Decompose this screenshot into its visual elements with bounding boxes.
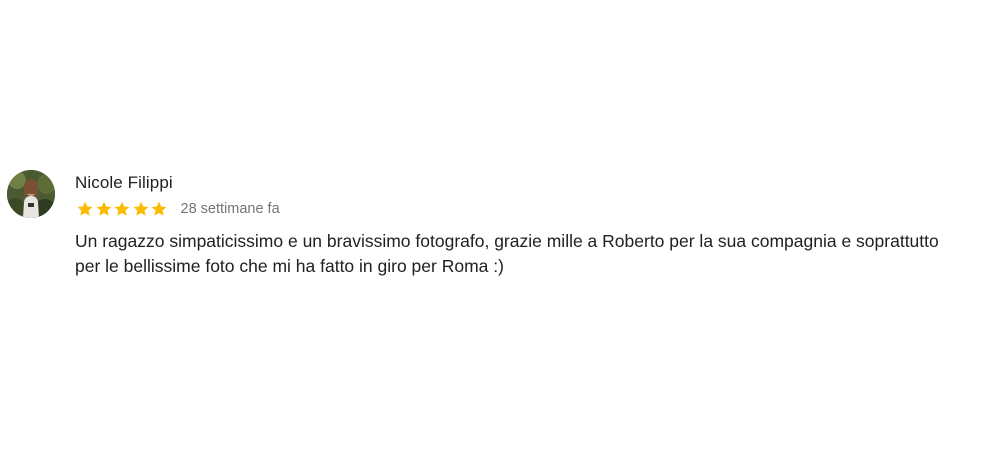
review-text: Un ragazzo simpaticissimo e un bravissim… [75,229,1000,279]
avatar-photo-icon [7,170,55,218]
star-icon [114,201,130,216]
star-rating [76,200,169,218]
review-card: Nicole Filippi 28 settimane fa Un ragazz… [0,0,1000,450]
star-icon [77,201,93,216]
review-text-line: Un ragazzo simpaticissimo e un bravissim… [75,231,939,251]
review-date: 28 settimane fa [180,201,280,217]
star-icon [133,201,148,216]
rating-row: 28 settimane fa [76,199,280,219]
star-icon [96,201,111,216]
star-icon [151,201,167,216]
review-author-name[interactable]: Nicole Filippi [75,173,173,193]
avatar[interactable] [7,170,55,218]
review-text-line: per le bellissime foto che mi ha fatto i… [75,256,504,276]
